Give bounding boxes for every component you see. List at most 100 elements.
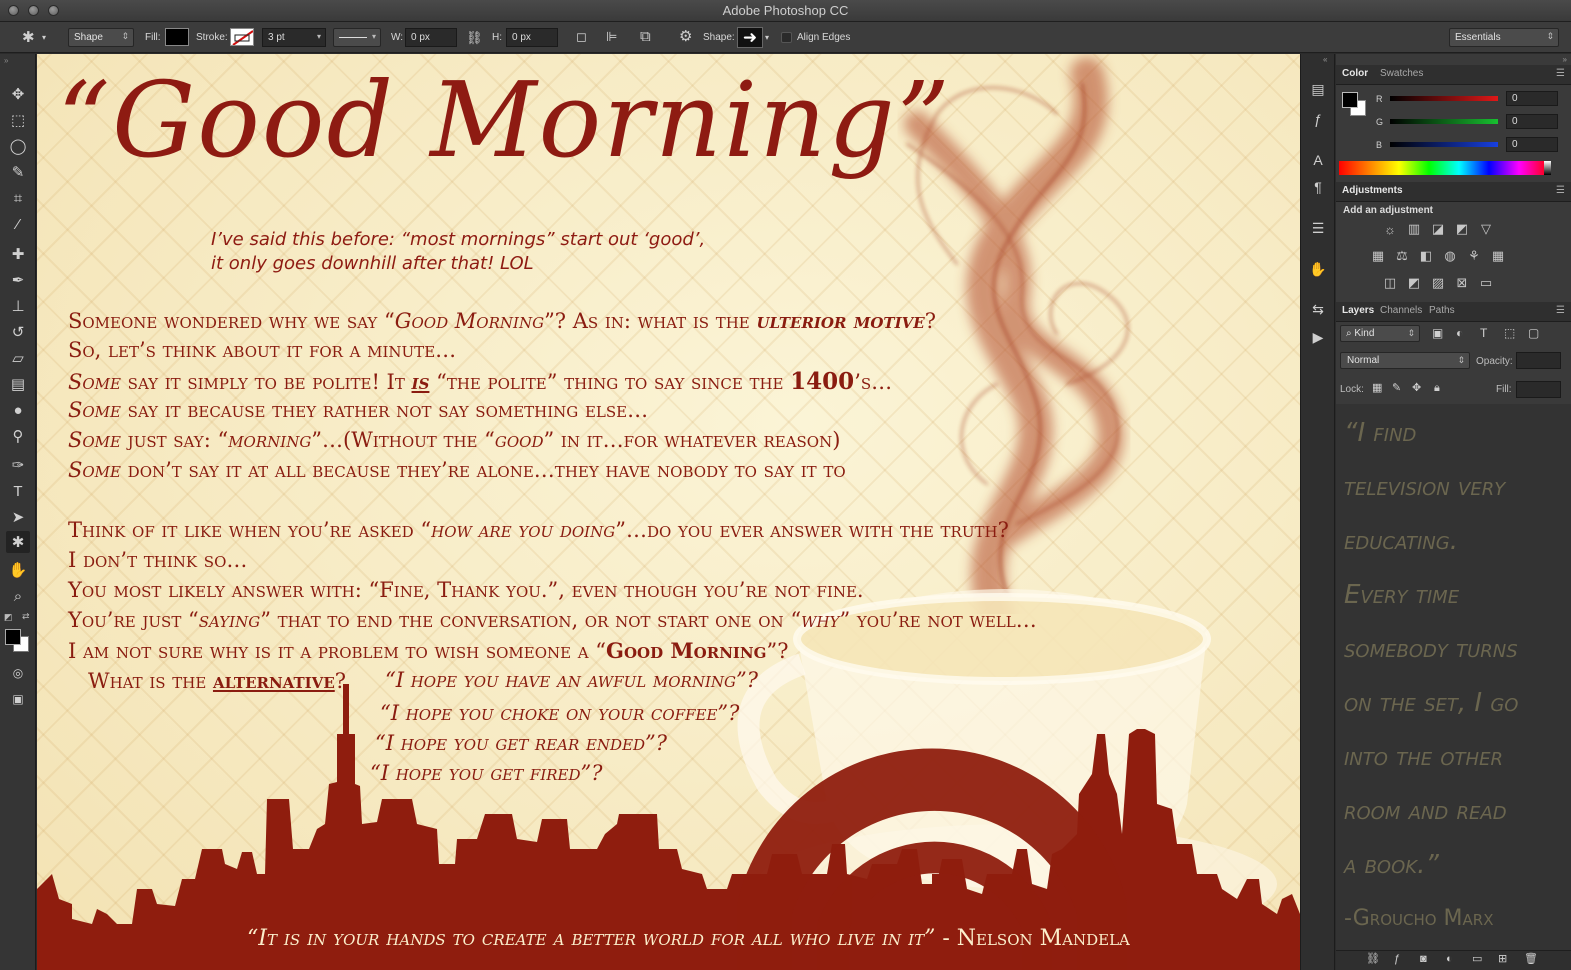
paragraph-panel-icon[interactable]: ¶ (1307, 176, 1329, 198)
zoom-icon[interactable]: ⌕ (6, 585, 30, 607)
smart-object-filter-icon[interactable]: ▢ (1528, 327, 1539, 339)
align-edges-checkbox[interactable] (781, 32, 792, 43)
color-balance-icon[interactable]: ⚖ (1393, 248, 1411, 264)
color-lookup-icon[interactable]: ▦ (1489, 248, 1507, 264)
width-field[interactable]: 0 px (405, 28, 457, 47)
panel-menu-icon[interactable]: ☰ (1556, 185, 1565, 196)
fg-color-chip[interactable] (1342, 92, 1358, 108)
tab-adjustments[interactable]: Adjustments (1342, 185, 1403, 196)
path-operations-icon[interactable]: ◻ (576, 30, 587, 43)
move-icon[interactable]: ✥ (6, 83, 30, 105)
eyedropper-icon[interactable]: ⁄ (6, 213, 30, 235)
gradient-icon[interactable]: ▤ (6, 373, 30, 395)
stroke-type-select[interactable]: ▾ (333, 28, 381, 47)
collapse-icon[interactable]: » (4, 56, 8, 65)
red-track[interactable] (1390, 96, 1498, 101)
marquee-icon[interactable]: ⬚ (6, 109, 30, 131)
black-white-icon[interactable]: ◧ (1417, 248, 1435, 264)
tab-paths[interactable]: Paths (1429, 305, 1455, 316)
pixel-filter-icon[interactable]: ▣ (1432, 327, 1443, 339)
layer-filter-select[interactable]: ⌕ Kind ⇕ (1340, 325, 1420, 342)
height-field[interactable]: 0 px (506, 28, 558, 47)
panel-menu-icon[interactable]: ☰ (1556, 68, 1565, 79)
foreground-color-swatch[interactable] (5, 629, 21, 645)
chevron-down-icon[interactable]: ▾ (42, 34, 46, 42)
blend-mode-select[interactable]: Normal ⇕ (1340, 352, 1470, 369)
custom-shape-icon[interactable]: ✱ (6, 531, 30, 553)
lasso-icon[interactable]: ◯ (6, 135, 30, 157)
default-colors-icon[interactable]: ◩ (4, 612, 13, 623)
lock-pixels-icon[interactable]: ✎ (1392, 383, 1401, 394)
quick-mask-icon[interactable]: ◎ (6, 662, 30, 684)
new-adjustment-layer-icon[interactable]: ◐ (1446, 954, 1453, 965)
history-panel-icon[interactable]: ▤ (1307, 78, 1329, 100)
tab-channels[interactable]: Channels (1380, 305, 1422, 316)
fill-swatch[interactable] (165, 28, 189, 46)
lock-transparency-icon[interactable]: ▦ (1372, 383, 1382, 394)
hand-icon[interactable]: ✋ (6, 559, 30, 581)
collapse-icon[interactable]: « (1323, 55, 1327, 64)
levels-icon[interactable]: ▥ (1405, 221, 1423, 237)
bw-ramp[interactable] (1544, 161, 1551, 175)
quick-select-icon[interactable]: ✎ (6, 161, 30, 183)
fill-field[interactable] (1516, 381, 1561, 398)
screen-mode-icon[interactable]: ▣ (6, 688, 30, 710)
properties-panel-icon[interactable]: ƒ (1307, 108, 1329, 130)
clone-stamp-icon[interactable]: ⊥ (6, 295, 30, 317)
color-spectrum-ramp[interactable] (1339, 161, 1549, 175)
actions-play-icon[interactable]: ▶ (1307, 326, 1329, 348)
tab-layers[interactable]: Layers (1342, 305, 1374, 316)
hue-saturation-icon[interactable]: ▦ (1369, 248, 1387, 264)
tab-swatches[interactable]: Swatches (1380, 68, 1423, 79)
green-value[interactable]: 0 (1506, 114, 1558, 129)
dodge-icon[interactable]: ⚲ (6, 425, 30, 447)
new-layer-icon[interactable]: ⊞ (1498, 954, 1507, 965)
tool-presets-icon[interactable]: ✋ (1307, 258, 1329, 280)
type-filter-icon[interactable]: T (1480, 327, 1487, 339)
new-group-icon[interactable]: ▭ (1472, 954, 1482, 965)
clone-source-icon[interactable]: ⇆ (1307, 298, 1329, 320)
threshold-icon[interactable]: ▨ (1429, 275, 1447, 291)
red-value[interactable]: 0 (1506, 91, 1558, 106)
pen-icon[interactable]: ✑ (6, 454, 30, 476)
link-icon[interactable]: ⛓ (466, 31, 483, 44)
path-alignment-icon[interactable]: ⊫ (606, 30, 617, 43)
photo-filter-icon[interactable]: ◍ (1441, 248, 1459, 264)
history-brush-icon[interactable]: ↺ (6, 321, 30, 343)
adjustment-filter-icon[interactable]: ◐ (1456, 327, 1463, 339)
opacity-field[interactable] (1516, 352, 1561, 369)
eraser-icon[interactable]: ▱ (6, 347, 30, 369)
blue-value[interactable]: 0 (1506, 137, 1558, 152)
gradient-map-icon[interactable]: ▭ (1477, 275, 1495, 291)
brush-presets-icon[interactable]: ☰ (1307, 217, 1329, 239)
curves-icon[interactable]: ◪ (1429, 221, 1447, 237)
healing-brush-icon[interactable]: ✚ (6, 243, 30, 265)
shape-picker[interactable]: ➜ (737, 27, 763, 48)
character-panel-icon[interactable]: A (1307, 149, 1329, 171)
add-mask-icon[interactable]: ◙ (1420, 954, 1427, 965)
path-select-icon[interactable]: ➤ (6, 506, 30, 528)
custom-shape-tool-preset-icon[interactable]: ✱ (22, 30, 35, 45)
link-layers-icon[interactable]: ⛓ (1366, 954, 1380, 965)
trash-icon[interactable]: 🗑︎ (1524, 954, 1538, 965)
vibrance-icon[interactable]: ▽ (1477, 221, 1495, 237)
workspace-select[interactable]: Essentials ⇕ (1449, 28, 1559, 47)
blur-icon[interactable]: ● (6, 399, 30, 421)
brush-icon[interactable]: ✒ (6, 269, 30, 291)
invert-icon[interactable]: ◫ (1381, 275, 1399, 291)
blue-track[interactable] (1390, 142, 1498, 147)
selective-color-icon[interactable]: ⊠ (1453, 275, 1471, 291)
chevron-down-icon[interactable]: ▾ (765, 34, 769, 42)
shape-filter-icon[interactable]: ⬚ (1504, 327, 1515, 339)
lock-all-icon[interactable]: 🔒︎ (1434, 383, 1440, 394)
lock-position-icon[interactable]: ✥ (1412, 383, 1421, 394)
exposure-icon[interactable]: ◩ (1453, 221, 1471, 237)
panel-menu-icon[interactable]: ☰ (1556, 305, 1565, 316)
swap-colors-icon[interactable]: ⇄ (22, 611, 30, 622)
expand-panels-icon[interactable]: » (1563, 55, 1567, 64)
channel-mixer-icon[interactable]: ⚘ (1465, 248, 1483, 264)
brightness-icon[interactable]: ☼ (1381, 221, 1399, 237)
gear-icon[interactable]: ⚙ (679, 29, 692, 44)
posterize-icon[interactable]: ◩ (1405, 275, 1423, 291)
tab-color[interactable]: Color (1342, 68, 1368, 79)
